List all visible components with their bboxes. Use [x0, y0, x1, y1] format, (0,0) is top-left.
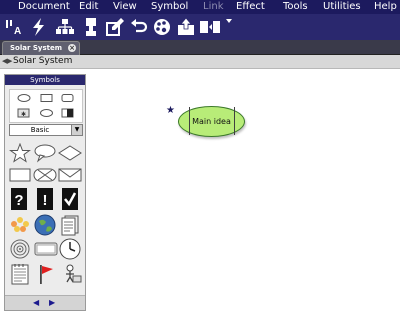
hierarchy-icon[interactable] — [54, 16, 76, 38]
ellipse-shape — [17, 94, 31, 102]
palette-icon[interactable] — [151, 16, 173, 38]
symbol-category-select[interactable]: Basic ▼ — [9, 124, 83, 136]
layout-icon[interactable] — [199, 16, 221, 38]
edit-icon[interactable] — [104, 16, 126, 38]
notepad-symbol[interactable] — [10, 263, 30, 289]
clock-symbol[interactable] — [59, 238, 81, 264]
previous-page-icon[interactable]: ◀ — [33, 298, 39, 307]
svg-text:✱: ✱ — [21, 111, 26, 118]
menu-symbol[interactable]: Symbol — [151, 1, 188, 13]
menu-link[interactable]: Link — [203, 1, 223, 13]
menu-utilities[interactable]: Utilities — [323, 1, 361, 13]
next-page-icon[interactable]: ▶ — [49, 298, 55, 307]
rectangle-symbol[interactable] — [9, 167, 31, 187]
main-idea-label: Main idea — [192, 117, 231, 126]
menu-tools[interactable]: Tools — [283, 1, 308, 13]
breadcrumb: ◀ ▶ Solar System — [0, 55, 400, 69]
crossed-rounded-box-symbol[interactable] — [33, 167, 57, 187]
star-symbol[interactable] — [8, 142, 32, 167]
spiral-symbol[interactable] — [9, 238, 31, 264]
undo-icon[interactable] — [128, 16, 150, 38]
svg-text:A: A — [14, 26, 21, 37]
small-ellipse-shape — [40, 109, 53, 117]
menu-view[interactable]: View — [113, 1, 137, 13]
close-icon[interactable]: × — [68, 44, 76, 52]
person-at-desk-symbol[interactable] — [60, 263, 82, 289]
symbols-panel-title: Symbols — [5, 75, 85, 85]
rectangle-shape — [40, 94, 53, 102]
symbols-panel: Symbols ✱ Basic ▼ ? ! ◀ ▶ — [4, 74, 86, 311]
globe-symbol[interactable] — [34, 214, 56, 240]
lightning-icon[interactable] — [28, 16, 50, 38]
breadcrumb-label: Solar System — [13, 56, 73, 66]
forward-arrow-icon[interactable]: ▶ — [7, 57, 12, 65]
basic-shapes-grid: ✱ — [9, 89, 83, 123]
tab-label: Solar System — [10, 44, 63, 52]
red-flag-symbol[interactable] — [36, 263, 56, 289]
toolbar-dropdown-arrow-icon[interactable] — [224, 16, 234, 38]
svg-text:!: ! — [43, 192, 48, 209]
svg-text:?: ? — [14, 192, 23, 209]
exclamation-symbol[interactable]: ! — [37, 188, 53, 214]
question-mark-symbol[interactable]: ? — [11, 188, 27, 214]
button-bar-symbol[interactable] — [34, 241, 58, 261]
callout-icon[interactable] — [80, 16, 102, 38]
tab-strip: Solar System × — [0, 40, 400, 55]
checkmark-symbol[interactable] — [62, 188, 78, 214]
chevron-down-icon[interactable]: ▼ — [71, 125, 82, 135]
menu-edit[interactable]: Edit — [79, 1, 98, 13]
people-group-symbol[interactable] — [9, 214, 31, 240]
speech-bubble-symbol[interactable] — [33, 143, 57, 167]
menu-document[interactable]: Document — [18, 1, 70, 13]
text-size-icon[interactable]: A — [3, 16, 25, 38]
main-idea-node[interactable]: Main idea — [178, 106, 245, 137]
menu-bar: Document Edit View Symbol Link Effect To… — [0, 0, 400, 14]
toolbar: A — [0, 14, 400, 40]
envelope-symbol[interactable] — [58, 167, 82, 187]
diamond-symbol[interactable] — [58, 143, 82, 167]
export-icon[interactable] — [175, 16, 197, 38]
symbol-category-value: Basic — [30, 126, 50, 134]
tab-solar-system[interactable]: Solar System × — [2, 41, 80, 55]
rounded-rectangle-shape — [61, 94, 74, 102]
menu-help[interactable]: Help — [374, 1, 397, 13]
menu-effect[interactable]: Effect — [236, 1, 265, 13]
star-icon: ★ — [166, 105, 175, 116]
document-stack-symbol[interactable] — [59, 214, 81, 240]
symbols-pager: ◀ ▶ — [5, 295, 85, 310]
